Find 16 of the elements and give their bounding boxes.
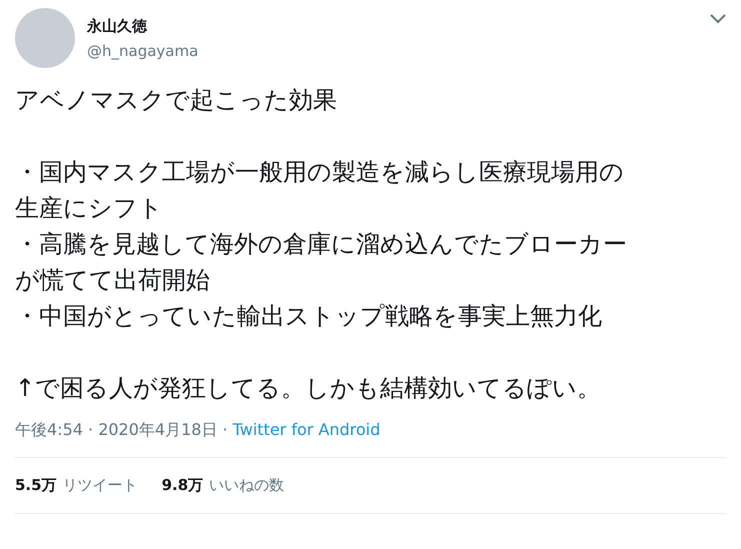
- stat-label[interactable]: いいねの数: [209, 476, 284, 495]
- source-link[interactable]: Twitter for Android: [232, 420, 380, 441]
- tweet-text-line: ・中国がとっていた輸出ストップ戦略を事実上無力化: [15, 301, 602, 332]
- tweet-text-line: が慌てて出荷開始: [15, 265, 210, 296]
- author-handle[interactable]: @h_nagayama: [87, 42, 698, 60]
- chevron-down-icon[interactable]: [710, 14, 726, 24]
- tweet-text-line: ↑で困る人が発狂してる。しかも結構効いてるぽい。: [15, 373, 602, 404]
- tweet-text-line: ・国内マスク工場が一般用の製造を減らし医療現場用の: [15, 157, 624, 188]
- stat-label[interactable]: リツイート: [62, 476, 138, 495]
- stat-count[interactable]: 5.5万: [15, 476, 57, 495]
- tweet-text-line: アベノマスクで起こった効果: [15, 85, 337, 116]
- author-name[interactable]: 永山久徳: [87, 16, 698, 36]
- tweet-text-line: 生産にシフト: [15, 193, 163, 224]
- stat-count[interactable]: 9.8万: [162, 476, 204, 495]
- timestamp[interactable]: 午後4:54 · 2020年4月18日 ·: [15, 420, 228, 441]
- tweet-text-line: ・高騰を見越して海外の倉庫に溜め込んでたブローカー: [15, 229, 627, 260]
